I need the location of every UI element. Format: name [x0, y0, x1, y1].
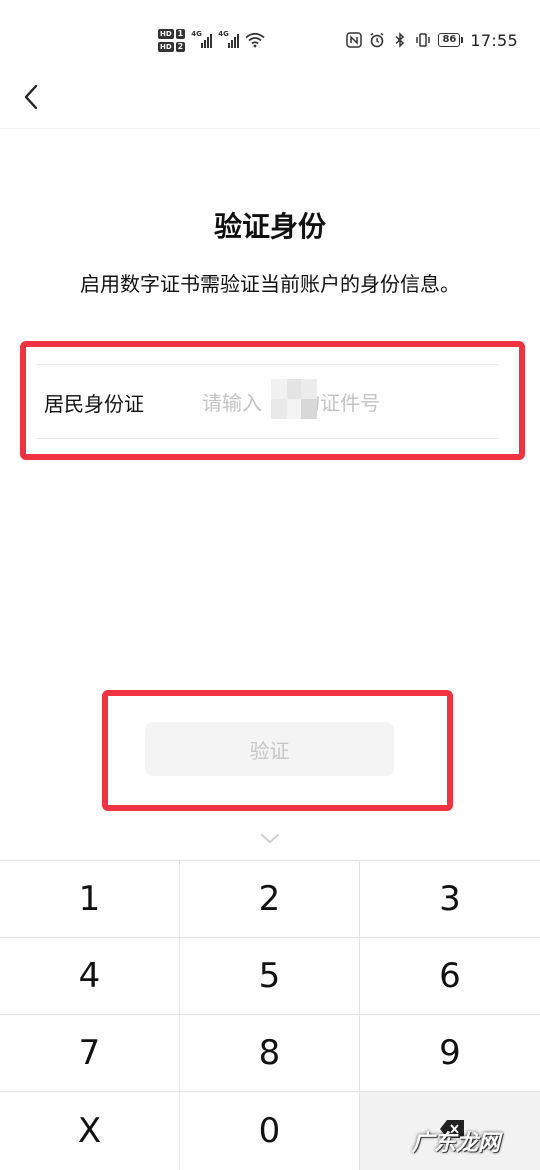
verify-identity-screen: HD 1 HD 2 4G 4G 86 17:55 验证身份 启用数字证书需验证当…: [0, 0, 540, 1170]
verify-button[interactable]: 验证: [145, 722, 394, 776]
signal-sim1-icon: 4G: [191, 30, 213, 48]
status-bar: HD 1 HD 2 4G 4G 86 17:55: [0, 0, 540, 80]
alarm-icon: [370, 32, 384, 48]
battery-icon: 86: [438, 33, 464, 47]
sim2-badge: HD 2: [158, 41, 186, 52]
key-3[interactable]: 3: [360, 861, 540, 938]
hd-sim-badges: HD 1 HD 2: [158, 28, 186, 52]
id-number-input[interactable]: [194, 380, 484, 426]
chevron-down-icon[interactable]: [258, 830, 282, 848]
form-top-divider: [36, 364, 498, 365]
key-0[interactable]: 0: [180, 1092, 360, 1170]
key-1[interactable]: 1: [0, 861, 180, 938]
id-type-label: 居民身份证: [44, 392, 144, 416]
sim1-hd-label: HD: [158, 28, 174, 39]
wifi-icon: [245, 32, 265, 48]
battery-level: 86: [438, 33, 461, 47]
header-divider: [0, 128, 540, 129]
network2-label: 4G: [218, 30, 229, 38]
key-7[interactable]: 7: [0, 1015, 180, 1092]
network1-label: 4G: [191, 30, 202, 38]
key-x[interactable]: X: [0, 1092, 180, 1170]
vibrate-icon: [416, 33, 431, 47]
key-8[interactable]: 8: [180, 1015, 360, 1092]
redacted-mask: [271, 379, 317, 419]
chevron-left-icon: [24, 84, 38, 110]
form-bottom-divider: [36, 438, 498, 439]
watermark: 广东龙网: [411, 1131, 500, 1156]
key-5[interactable]: 5: [180, 938, 360, 1015]
key-2[interactable]: 2: [180, 861, 360, 938]
status-bar-right: 86 17:55: [346, 28, 518, 52]
key-4[interactable]: 4: [0, 938, 180, 1015]
sim2-num: 2: [175, 41, 186, 52]
key-6[interactable]: 6: [360, 938, 540, 1015]
nfc-icon: [346, 32, 363, 48]
signal-sim2-icon: 4G: [218, 30, 240, 48]
page-title: 验证身份: [213, 210, 326, 243]
sim1-num: 1: [175, 28, 186, 39]
status-bar-left: HD 1 HD 2 4G 4G: [158, 24, 265, 56]
sim1-badge: HD 1: [158, 28, 186, 39]
page-subtitle: 启用数字证书需验证当前账户的身份信息。: [80, 272, 460, 296]
key-9[interactable]: 9: [360, 1015, 540, 1092]
status-time: 17:55: [470, 30, 518, 50]
back-button[interactable]: [14, 80, 48, 114]
bluetooth-icon: [395, 32, 405, 48]
sim2-hd-label: HD: [158, 41, 174, 52]
